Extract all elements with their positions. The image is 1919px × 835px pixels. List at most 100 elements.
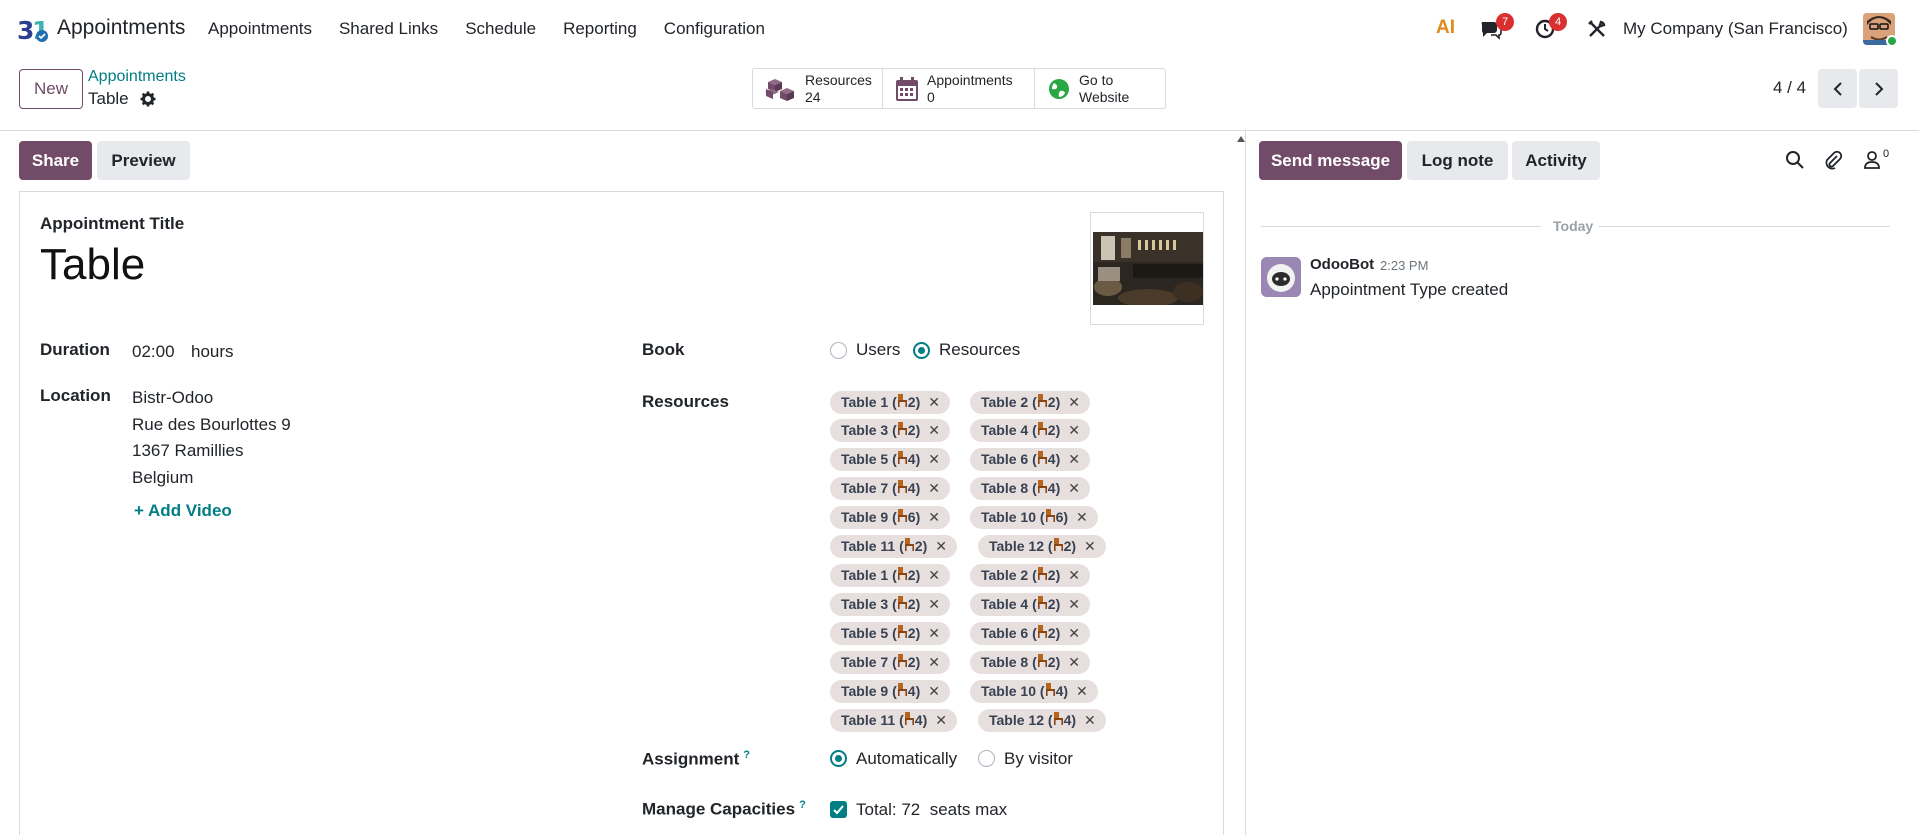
- close-icon[interactable]: ✕: [928, 422, 940, 438]
- menu-appointments[interactable]: Appointments: [208, 19, 312, 39]
- close-icon[interactable]: ✕: [928, 509, 940, 525]
- resource-tag[interactable]: Table 9 (6) ✕: [830, 506, 950, 529]
- close-icon[interactable]: ✕: [928, 567, 940, 583]
- pager-next-button[interactable]: [1859, 69, 1898, 108]
- duration-input[interactable]: 02:00: [132, 342, 175, 362]
- go-to-website-smart-button[interactable]: Go to Website: [1035, 69, 1165, 108]
- book-users-radio[interactable]: [830, 342, 847, 359]
- assignment-visitor-radio[interactable]: [978, 750, 995, 767]
- close-icon[interactable]: ✕: [1084, 712, 1096, 728]
- search-icon[interactable]: [1785, 150, 1805, 170]
- paperclip-icon[interactable]: [1823, 150, 1843, 170]
- menu-schedule[interactable]: Schedule: [465, 19, 536, 39]
- close-icon[interactable]: ✕: [1068, 394, 1080, 410]
- app-name[interactable]: Appointments: [57, 16, 185, 40]
- resource-tag-label: Table 4: [981, 422, 1029, 438]
- gear-icon[interactable]: [140, 91, 156, 107]
- resource-tag[interactable]: Table 3 (2) ✕: [830, 593, 950, 616]
- followers-icon[interactable]: [1862, 150, 1882, 170]
- location-line-2[interactable]: Rue des Bourlottes 9: [132, 415, 291, 435]
- new-button[interactable]: New: [19, 69, 83, 109]
- appointment-title-input[interactable]: Table: [40, 240, 145, 290]
- manage-capacities-label-text: Manage Capacities: [642, 799, 796, 819]
- company-switcher[interactable]: My Company (San Francisco): [1623, 19, 1848, 39]
- resource-tag[interactable]: Table 2 (2) ✕: [970, 564, 1090, 587]
- manage-capacities-checkbox[interactable]: [830, 801, 847, 818]
- resource-tag[interactable]: Table 5 (2) ✕: [830, 622, 950, 645]
- close-icon[interactable]: ✕: [928, 451, 940, 467]
- ai-icon[interactable]: AI: [1436, 17, 1455, 39]
- scroll-up-arrow[interactable]: [1237, 136, 1245, 142]
- close-icon[interactable]: ✕: [1084, 538, 1096, 554]
- resource-tag[interactable]: Table 6 (2) ✕: [970, 622, 1090, 645]
- resource-tag[interactable]: Table 11 (2) ✕: [830, 535, 957, 558]
- chair-icon: [1037, 567, 1048, 583]
- close-icon[interactable]: ✕: [1068, 625, 1080, 641]
- close-icon[interactable]: ✕: [935, 538, 947, 554]
- location-line-3[interactable]: 1367 Ramillies: [132, 441, 244, 461]
- odoobot-avatar[interactable]: [1261, 257, 1301, 297]
- resource-tag[interactable]: Table 12 (2) ✕: [978, 535, 1106, 558]
- book-resources-radio[interactable]: [913, 342, 930, 359]
- resource-tag[interactable]: Table 10 (4) ✕: [970, 680, 1098, 703]
- resource-tag[interactable]: Table 12 (4) ✕: [978, 709, 1106, 732]
- calendar-icon: [896, 76, 918, 101]
- close-icon[interactable]: ✕: [935, 712, 947, 728]
- close-icon[interactable]: ✕: [1076, 683, 1088, 699]
- resource-tag[interactable]: Table 7 (2) ✕: [830, 651, 950, 674]
- resource-tag[interactable]: Table 9 (4) ✕: [830, 680, 950, 703]
- location-line-1[interactable]: Bistr-Odoo: [132, 388, 213, 408]
- close-icon[interactable]: ✕: [928, 683, 940, 699]
- assignment-visitor-label[interactable]: By visitor: [1004, 749, 1073, 769]
- close-icon[interactable]: ✕: [1068, 596, 1080, 612]
- resource-tag[interactable]: Table 10 (6) ✕: [970, 506, 1098, 529]
- close-icon[interactable]: ✕: [1068, 451, 1080, 467]
- resource-tag[interactable]: Table 8 (4) ✕: [970, 477, 1090, 500]
- close-icon[interactable]: ✕: [928, 480, 940, 496]
- close-icon[interactable]: ✕: [1068, 480, 1080, 496]
- book-users-label[interactable]: Users: [856, 340, 900, 360]
- appointments-smart-button[interactable]: Appointments 0: [883, 69, 1035, 108]
- resource-tag[interactable]: Table 1 (2) ✕: [830, 391, 950, 414]
- close-icon[interactable]: ✕: [1068, 654, 1080, 670]
- close-icon[interactable]: ✕: [1068, 422, 1080, 438]
- resources-smart-button[interactable]: Resources 24: [753, 69, 883, 108]
- share-button[interactable]: Share: [19, 141, 92, 180]
- add-video-button[interactable]: + Add Video: [134, 501, 232, 521]
- preview-button[interactable]: Preview: [97, 141, 190, 180]
- assignment-automatically-label[interactable]: Automatically: [856, 749, 957, 769]
- location-line-4[interactable]: Belgium: [132, 468, 193, 488]
- help-icon[interactable]: ?: [799, 799, 806, 811]
- appointments-app-icon[interactable]: 3 1: [17, 15, 49, 43]
- resource-tag[interactable]: Table 4 (2) ✕: [970, 593, 1090, 616]
- resource-tag[interactable]: Table 4 (2) ✕: [970, 419, 1090, 442]
- resource-tag[interactable]: Table 6 (4) ✕: [970, 448, 1090, 471]
- pager-previous-button[interactable]: [1818, 69, 1857, 108]
- resource-tag[interactable]: Table 5 (4) ✕: [830, 448, 950, 471]
- help-icon[interactable]: ?: [743, 749, 750, 761]
- tools-icon[interactable]: [1587, 19, 1607, 39]
- close-icon[interactable]: ✕: [1068, 567, 1080, 583]
- activity-button[interactable]: Activity: [1512, 141, 1600, 180]
- send-message-button[interactable]: Send message: [1259, 141, 1402, 180]
- close-icon[interactable]: ✕: [928, 625, 940, 641]
- close-icon[interactable]: ✕: [928, 596, 940, 612]
- resource-tag[interactable]: Table 3 (2) ✕: [830, 419, 950, 442]
- menu-configuration[interactable]: Configuration: [664, 19, 765, 39]
- close-icon[interactable]: ✕: [928, 654, 940, 670]
- resource-tag[interactable]: Table 2 (2) ✕: [970, 391, 1090, 414]
- resource-tag-capacity: 2: [907, 394, 916, 410]
- resource-tag[interactable]: Table 11 (4) ✕: [830, 709, 957, 732]
- resource-tag[interactable]: Table 1 (2) ✕: [830, 564, 950, 587]
- close-icon[interactable]: ✕: [928, 394, 940, 410]
- breadcrumb-appointments[interactable]: Appointments: [88, 68, 186, 86]
- menu-shared-links[interactable]: Shared Links: [339, 19, 438, 39]
- log-note-button[interactable]: Log note: [1407, 141, 1508, 180]
- resource-tag[interactable]: Table 7 (4) ✕: [830, 477, 950, 500]
- assignment-automatically-radio[interactable]: [830, 750, 847, 767]
- close-icon[interactable]: ✕: [1076, 509, 1088, 525]
- book-resources-label[interactable]: Resources: [939, 340, 1020, 360]
- menu-reporting[interactable]: Reporting: [563, 19, 637, 39]
- resource-tag[interactable]: Table 8 (2) ✕: [970, 651, 1090, 674]
- message-author[interactable]: OdooBot: [1310, 256, 1374, 273]
